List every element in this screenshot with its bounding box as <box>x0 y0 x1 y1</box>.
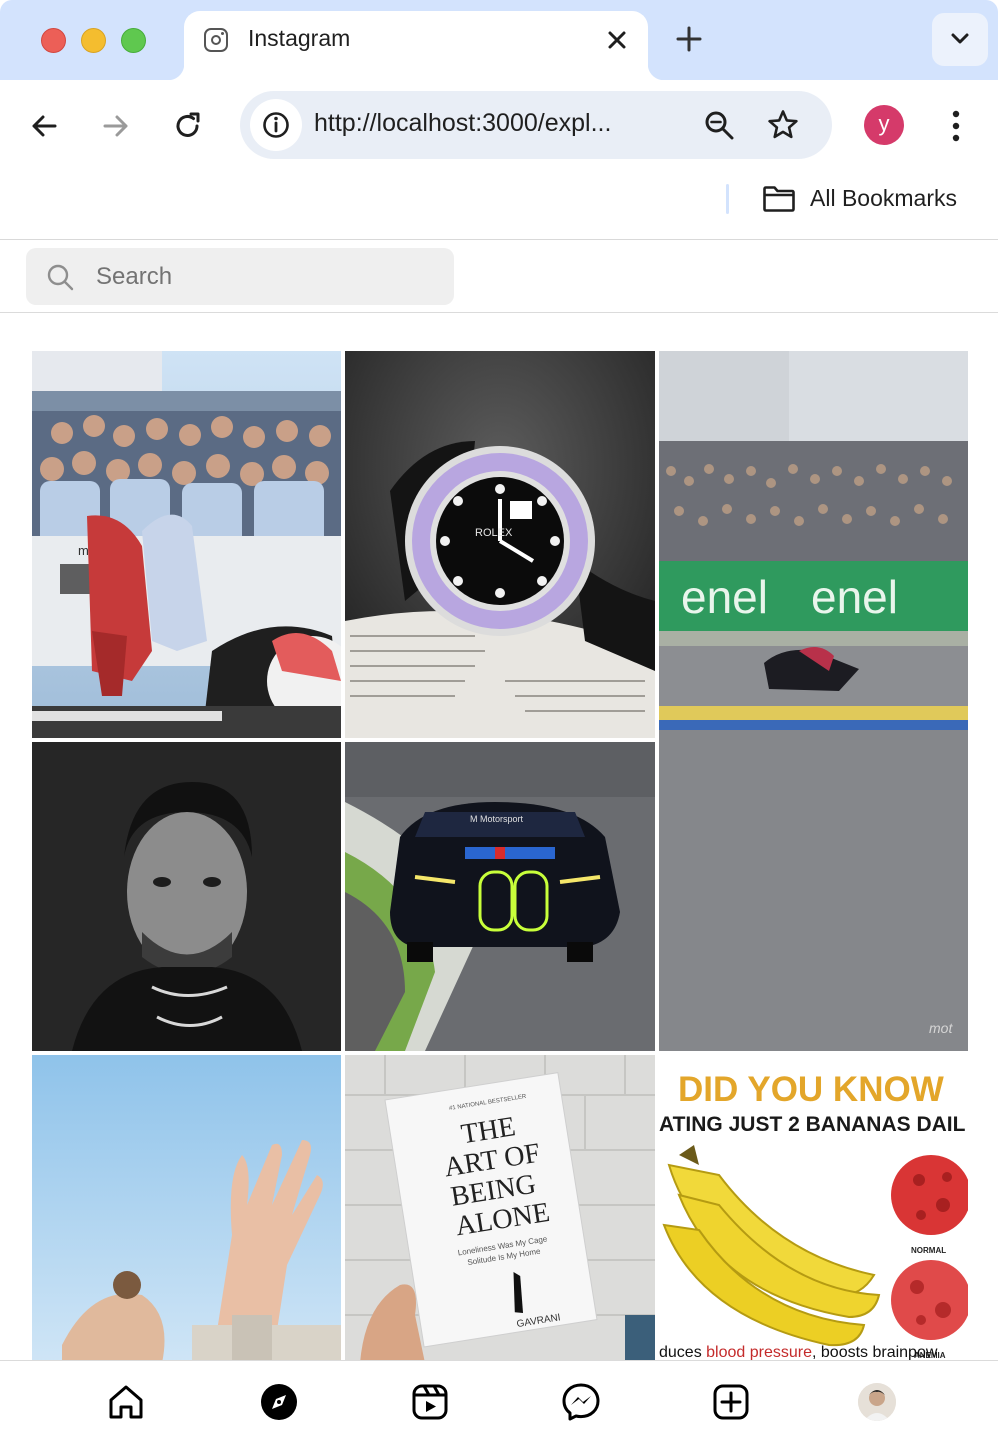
bmw-livery-text: M Motorsport <box>470 814 524 824</box>
folder-icon[interactable] <box>762 185 796 213</box>
post-art-of-being-alone-book[interactable]: #1 NATIONAL BESTSELLER THE ART OF BEING … <box>345 1055 655 1363</box>
post-bmw-race-car[interactable]: M Motorsport <box>345 742 655 1051</box>
bookmarks-separator <box>726 184 729 214</box>
close-tab-icon[interactable] <box>602 25 632 55</box>
bananas-subheading: ATING JUST 2 BANANAS DAIL <box>659 1113 966 1136</box>
address-bar[interactable]: http://localhost:3000/expl... <box>240 91 832 159</box>
bookmark-star-icon[interactable] <box>766 108 800 142</box>
search-box[interactable] <box>26 248 454 305</box>
enel-banner-text-1: enel <box>681 571 768 623</box>
messenger-icon[interactable] <box>560 1381 602 1423</box>
enel-banner-text-2: enel <box>811 571 898 623</box>
search-input[interactable] <box>96 248 436 305</box>
reload-icon[interactable] <box>168 106 208 146</box>
search-icon <box>46 263 74 291</box>
minimize-window-button[interactable] <box>81 28 106 53</box>
normal-label: NORMAL <box>911 1246 946 1255</box>
tab-search-button[interactable] <box>932 13 988 66</box>
forward-arrow-icon[interactable] <box>96 106 136 146</box>
site-info-icon[interactable] <box>250 99 302 151</box>
profile-avatar-button[interactable]: y <box>864 105 904 145</box>
url-text[interactable]: http://localhost:3000/expl... <box>314 109 684 138</box>
create-icon[interactable] <box>710 1381 752 1423</box>
bananas-caption-prefix: duces <box>659 1344 702 1361</box>
post-motogp-team-celebration[interactable]: motog <box>32 351 341 738</box>
maximize-window-button[interactable] <box>121 28 146 53</box>
tab-title: Instagram <box>248 25 351 51</box>
explore-icon[interactable] <box>258 1381 300 1423</box>
profile-avatar[interactable] <box>858 1383 896 1421</box>
browser-window: Instagram http://localhost:3000/expl... <box>0 0 998 1441</box>
instagram-explore-page: motog <box>0 241 998 1441</box>
bananas-caption-suffix: , boosts brainpow <box>812 1344 938 1361</box>
search-header <box>0 241 998 313</box>
close-window-button[interactable] <box>41 28 66 53</box>
bottom-nav-bar <box>0 1360 998 1441</box>
svg-text:mot: mot <box>929 1020 953 1036</box>
new-tab-button[interactable] <box>672 22 706 56</box>
bananas-caption-highlight: blood pressure <box>706 1344 812 1361</box>
home-icon[interactable] <box>105 1381 147 1423</box>
more-menu-icon[interactable] <box>940 106 972 146</box>
browser-toolbar: http://localhost:3000/expl... y <box>0 80 998 170</box>
did-you-know-heading: DID YOU KNOW <box>678 1070 944 1109</box>
bookmarks-bar: All Bookmarks <box>0 170 998 240</box>
rolex-dial-text: ROLEX <box>475 527 513 539</box>
reels-icon[interactable] <box>409 1381 451 1423</box>
instagram-favicon-icon <box>204 28 228 52</box>
post-hand-sky[interactable] <box>32 1055 341 1363</box>
post-rolex-watch[interactable]: ROLEX <box>345 351 655 738</box>
all-bookmarks-label[interactable]: All Bookmarks <box>810 185 957 212</box>
back-arrow-icon[interactable] <box>24 106 64 146</box>
tab-instagram[interactable]: Instagram <box>168 11 664 80</box>
zoom-out-icon[interactable] <box>702 108 736 142</box>
tab-strip: Instagram <box>0 0 998 80</box>
post-portrait[interactable] <box>32 742 341 1051</box>
post-bananas-did-you-know[interactable]: DID YOU KNOW ATING JUST 2 BANANAS DAIL N… <box>659 1055 968 1363</box>
post-motogp-enel-track[interactable]: enel enel mot <box>659 351 968 1051</box>
